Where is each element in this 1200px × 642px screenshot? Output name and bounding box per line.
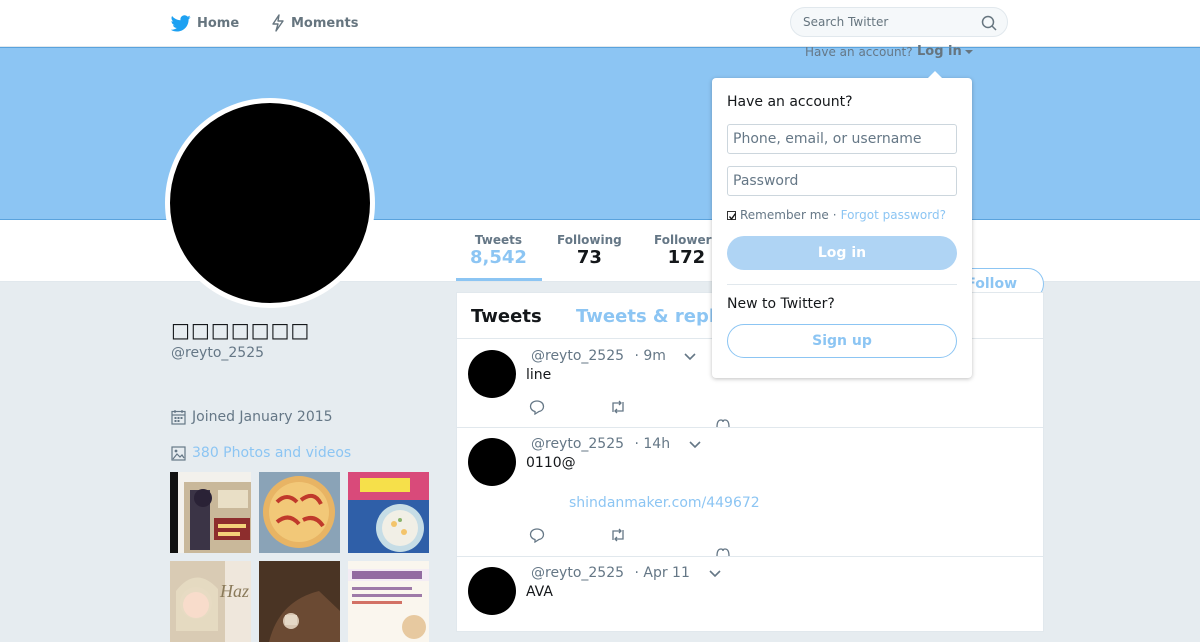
- active-stat-indicator: [456, 278, 542, 281]
- new-to-twitter-text: New to Twitter?: [727, 296, 835, 312]
- caret-down-icon: [964, 49, 973, 54]
- stat-followers[interactable]: Followers 172: [654, 233, 719, 268]
- photo-thumbnail[interactable]: [170, 472, 251, 553]
- tweet-handle[interactable]: @reyto_2525: [531, 565, 624, 581]
- separator-dot: ·: [832, 208, 837, 222]
- tweet-avatar[interactable]: [468, 438, 516, 486]
- retweet-icon[interactable]: [609, 400, 627, 414]
- tweet-header: @reyto_2525 · 9m: [531, 348, 666, 364]
- tweet-avatar[interactable]: [468, 567, 516, 615]
- remember-me-checkbox[interactable]: [727, 210, 737, 220]
- stat-label: Tweets: [474, 233, 523, 247]
- heart-icon[interactable]: [715, 548, 731, 556]
- profile-name: □□□□□□□: [171, 318, 311, 342]
- stat-label: Following: [557, 233, 622, 247]
- calendar-icon: [171, 410, 186, 425]
- photos-videos-label: 380 Photos and videos: [192, 445, 352, 461]
- tweet-link[interactable]: shindanmaker.com/449672: [569, 495, 760, 511]
- tweet-text: line: [526, 367, 552, 383]
- search-box: [790, 7, 1008, 37]
- login-dropdown: Have an account? Remember me · Forgot pa…: [712, 71, 972, 378]
- tweet-item[interactable]: @reyto_2525 · Apr 11 AVA: [457, 557, 1043, 637]
- retweet-icon[interactable]: [609, 528, 627, 542]
- login-button[interactable]: Log in: [727, 236, 957, 270]
- profile-avatar[interactable]: [165, 98, 375, 308]
- nav-home-label: Home: [197, 15, 240, 31]
- stat-following[interactable]: Following 73: [557, 233, 622, 268]
- tweet-header: @reyto_2525 · Apr 11: [531, 565, 690, 581]
- remember-row: Remember me · Forgot password?: [727, 208, 946, 222]
- dropdown-divider: [727, 284, 957, 285]
- stat-value: 172: [667, 247, 706, 268]
- search-input[interactable]: [791, 8, 971, 36]
- image-icon: [171, 445, 186, 461]
- photo-thumbnail[interactable]: [348, 472, 429, 553]
- lightning-icon: [272, 14, 284, 32]
- dropdown-arrow: [928, 71, 942, 78]
- remember-me-label[interactable]: Remember me: [740, 208, 829, 222]
- forgot-password-link[interactable]: Forgot password?: [841, 208, 946, 222]
- nav-home[interactable]: Home: [171, 12, 239, 34]
- signup-button[interactable]: Sign up: [727, 324, 957, 358]
- tweet-time[interactable]: · 9m: [634, 348, 665, 364]
- twitter-bird-icon: [171, 14, 191, 31]
- login-dropdown-toggle[interactable]: Log in: [917, 44, 973, 59]
- joined-text: Joined January 2015: [192, 409, 333, 425]
- tweet-header: @reyto_2525 · 14h: [531, 436, 670, 452]
- tweet-time[interactable]: · 14h: [634, 436, 670, 452]
- stat-label: Followers: [654, 233, 719, 247]
- have-account-text: Have an account?: [805, 45, 913, 59]
- chevron-down-icon[interactable]: [684, 353, 696, 361]
- tweet-text: AVA: [526, 584, 553, 600]
- reply-icon[interactable]: [529, 399, 545, 415]
- tab-tweets[interactable]: Tweets: [471, 306, 542, 327]
- photos-videos-link[interactable]: 380 Photos and videos: [171, 445, 351, 461]
- reply-icon[interactable]: [529, 527, 545, 543]
- login-dropdown-title: Have an account?: [727, 94, 853, 110]
- nav-moments-label: Moments: [291, 15, 359, 31]
- login-link-label: Log in: [917, 44, 962, 59]
- svg-text:Haz: Haz: [219, 581, 249, 601]
- tweet-time[interactable]: · Apr 11: [634, 565, 689, 581]
- stat-value: 73: [576, 247, 602, 268]
- top-navigation: Home Moments: [0, 0, 1200, 47]
- joined-date: Joined January 2015: [171, 409, 333, 425]
- tweet-text: 0110@: [526, 455, 576, 471]
- tweet-handle[interactable]: @reyto_2525: [531, 348, 624, 364]
- password-input[interactable]: [727, 166, 957, 196]
- photo-thumbnail[interactable]: [259, 472, 340, 553]
- search-icon[interactable]: [981, 15, 997, 31]
- tweet-handle[interactable]: @reyto_2525: [531, 436, 624, 452]
- chevron-down-icon[interactable]: [709, 570, 721, 578]
- stat-value: 8,542: [470, 247, 527, 268]
- profile-handle[interactable]: @reyto_2525: [171, 345, 264, 361]
- stat-tweets[interactable]: Tweets 8,542: [470, 233, 527, 268]
- chevron-down-icon[interactable]: [689, 441, 701, 449]
- username-input[interactable]: [727, 124, 957, 154]
- tweet-avatar[interactable]: [468, 350, 516, 398]
- tweet-item[interactable]: @reyto_2525 · 14h 0110@ shindanmaker.com…: [457, 428, 1043, 557]
- nav-moments[interactable]: Moments: [271, 12, 358, 34]
- heart-icon[interactable]: [715, 419, 731, 427]
